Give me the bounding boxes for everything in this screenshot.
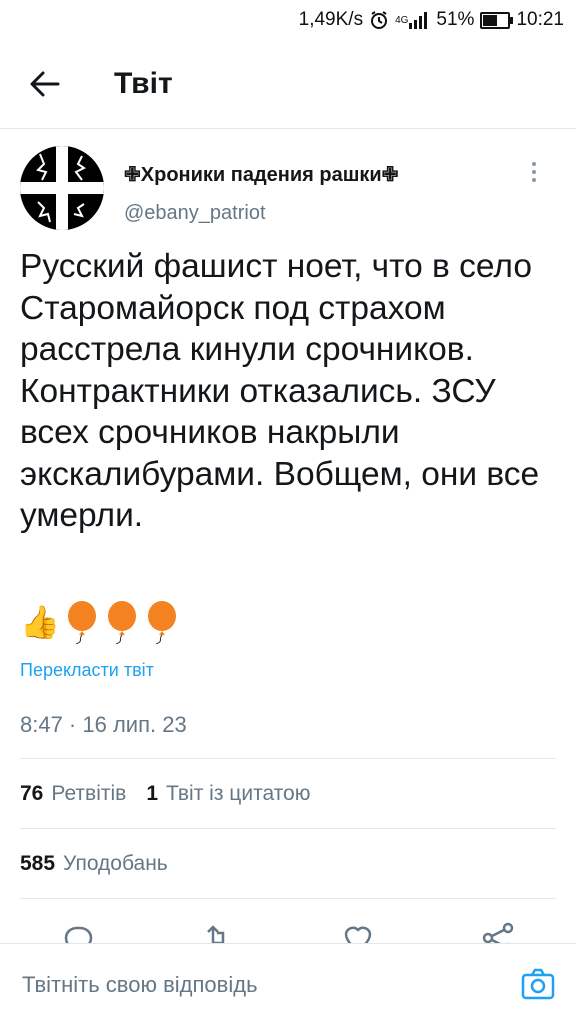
reply-input[interactable]: Твітніть свою відповідь [22,972,258,998]
quotes-count: 1 [146,782,158,805]
network-type: 4G [395,14,409,26]
network-speed: 1,49K/s [298,9,364,30]
thumbs-up-emoji: 👍 [20,604,60,640]
battery-icon [480,11,514,29]
avatar[interactable] [20,146,104,230]
quotes-link[interactable]: 1 Твіт із цитатою [146,782,310,806]
retweet-stats: 76 Ретвітів 1 Твіт із цитатою [20,782,310,806]
battery-percent: 51% [436,9,475,30]
balloon-icon [67,601,96,644]
likes-link[interactable]: 585 Уподобань [20,852,168,876]
alarm-icon [369,10,389,30]
divider [20,758,556,759]
likes-count: 585 [20,852,56,875]
quotes-label: Твіт із цитатою [166,782,311,805]
retweets-link[interactable]: 76 Ретвітів [20,782,126,806]
camera-button[interactable] [520,966,556,1002]
back-button[interactable] [20,59,70,109]
top-app-bar: Твіт [0,40,576,129]
author-name[interactable]: ✙Хроники падения рашки✙ [124,162,398,187]
page-title: Твіт [114,67,173,100]
author-handle[interactable]: @ebany_patriot [124,202,266,225]
signal-icon: 4G [395,11,430,29]
more-dots-icon [532,162,536,166]
status-bar: 1,49K/s 4G 51% 10:21 [0,0,576,40]
tweet-emojis: 👍 [20,600,180,644]
arrow-left-icon [30,71,60,97]
reply-bar: Твітніть свою відповідь [0,943,576,1025]
tweet-timestamp: 8:47 · 16 лип. 23 [20,712,187,737]
balloon-icon [107,601,136,644]
retweets-label: Ретвітів [51,782,127,805]
tweet-author: ✙Хроники падения рашки✙ @ebany_patriot [20,146,556,236]
likes-label: Уподобань [63,852,168,875]
balloon-icon [147,601,176,644]
camera-icon [521,968,555,1000]
tweet-text: Русский фашист ноет, что в село Старомай… [20,248,540,534]
divider [20,898,556,899]
more-options-button[interactable] [524,162,544,192]
divider [20,828,556,829]
clock: 10:21 [516,9,564,30]
retweets-count: 76 [20,782,44,805]
translate-tweet-link[interactable]: Перекласти твіт [20,660,154,681]
